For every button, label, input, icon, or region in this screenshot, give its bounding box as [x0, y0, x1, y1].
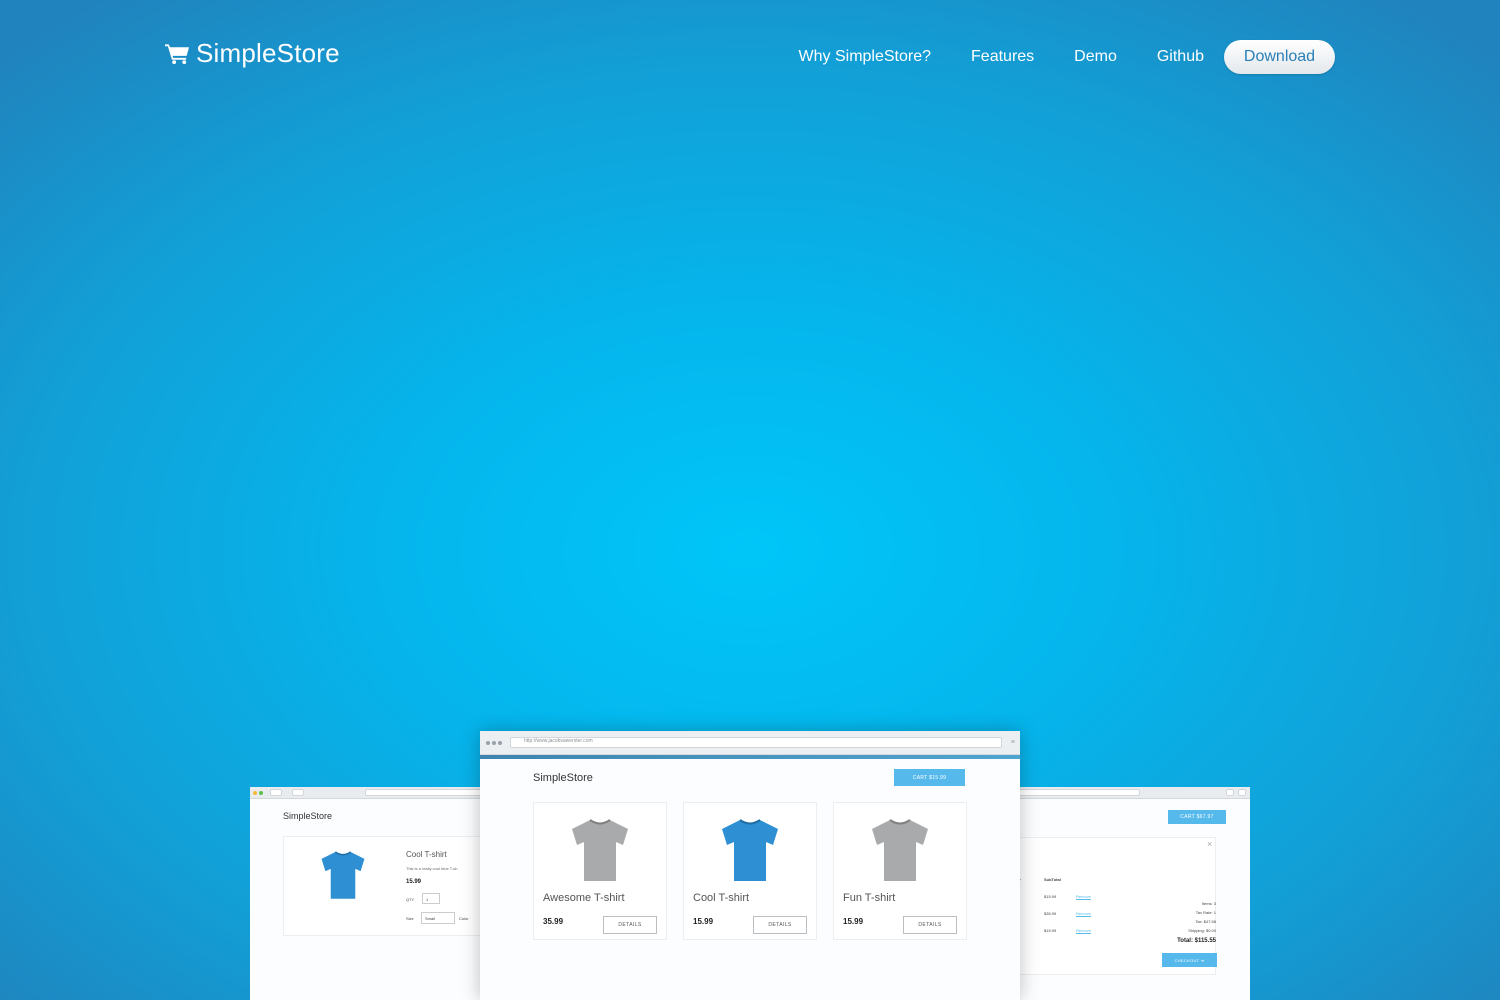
product-card[interactable]: Fun T-shirt 15.99 DETAILS	[833, 802, 967, 940]
tax-rate: Tax Rate: 1	[1195, 910, 1216, 915]
product-name: Fun T-shirt	[843, 892, 896, 904]
shopping-cart-icon	[165, 43, 190, 64]
items-count: Items: 3	[1201, 901, 1216, 906]
nav-features[interactable]: Features	[971, 48, 1034, 66]
details-button[interactable]: DETAILS	[753, 916, 807, 934]
product-price: 35.99	[543, 917, 564, 926]
url-text: http://www.jacobsawerster.com	[524, 738, 593, 744]
qty-label: QTY	[406, 897, 415, 902]
sidebar-toggle-icon	[292, 789, 304, 796]
product-name: Cool T-shirt	[693, 892, 750, 904]
qty-input[interactable]: 1	[422, 893, 440, 904]
color-label: Color	[459, 916, 469, 921]
gray-tshirt-icon	[572, 819, 628, 881]
menu-icon[interactable]: ≡	[1011, 739, 1015, 746]
share-icon	[1226, 789, 1234, 796]
remove-link[interactable]: Remove	[1076, 911, 1091, 916]
row-subtotal: $15.99	[1044, 894, 1057, 899]
browser-chrome	[1010, 787, 1250, 799]
product-price: 15.99	[406, 879, 422, 885]
product-detail-card: Cool T-shirt This is a really cool blue …	[283, 836, 490, 936]
store-listing-mockup: http://www.jacobsawerster.com ≡ SimpleSt…	[480, 731, 1020, 1000]
size-select[interactable]: Small	[421, 912, 455, 924]
blue-tshirt-icon	[321, 851, 365, 899]
blue-tshirt-icon	[722, 819, 778, 881]
window-dot-icon	[253, 791, 257, 795]
nav-why-simplestore[interactable]: Why SimpleStore?	[799, 48, 932, 66]
window-dot-icon	[259, 791, 263, 795]
remove-link[interactable]: Remove	[1076, 894, 1091, 899]
row-subtotal: $35.99	[1044, 911, 1057, 916]
tabs-icon	[1238, 789, 1246, 796]
store-title: SimpleStore	[283, 811, 333, 821]
product-card[interactable]: Awesome T-shirt 35.99 DETAILS	[533, 802, 667, 940]
gray-tshirt-icon	[872, 819, 928, 881]
remove-link[interactable]: Remove	[1076, 928, 1091, 933]
col-subtotal-header: SubTotal	[1044, 877, 1061, 882]
main-nav: Why SimpleStore? Features Demo Github Do…	[759, 40, 1335, 74]
top-navbar: SimpleStore Why SimpleStore? Features De…	[0, 0, 1500, 110]
shipping-amount: Shipping: $0.00	[1188, 928, 1216, 933]
browser-chrome: http://www.jacobsawerster.com ≡	[480, 731, 1020, 755]
checkout-button[interactable]: CHECKOUT ➔	[1162, 953, 1217, 967]
accent-strip	[480, 755, 1020, 759]
size-label: Size	[406, 916, 414, 921]
product-detail-mockup: SimpleStore Cool T-shirt This is a reall…	[250, 787, 490, 1000]
cart-mockup: CART $67.97 × ty SubTotal $15.99 Remove …	[1010, 787, 1250, 1000]
product-price: 15.99	[693, 917, 714, 926]
nav-github[interactable]: Github	[1157, 48, 1204, 66]
store-title: SimpleStore	[533, 772, 593, 784]
cart-total: Total: $115.55	[1177, 938, 1216, 944]
product-name: Cool T-shirt	[406, 850, 447, 859]
cart-button[interactable]: CART $15.99	[894, 769, 965, 786]
address-bar	[1010, 789, 1140, 796]
window-dot-icon	[486, 741, 490, 745]
product-card[interactable]: Cool T-shirt 15.99 DETAILS	[683, 802, 817, 940]
product-price: 15.99	[843, 917, 864, 926]
brand-name: SimpleStore	[196, 38, 340, 68]
address-bar	[365, 789, 490, 796]
nav-demo[interactable]: Demo	[1074, 48, 1117, 66]
details-button[interactable]: DETAILS	[903, 916, 957, 934]
brand-logo[interactable]: SimpleStore	[165, 38, 340, 69]
cart-button[interactable]: CART $67.97	[1168, 810, 1226, 824]
close-icon[interactable]: ×	[1207, 839, 1212, 849]
nav-arrows-icon	[270, 789, 282, 796]
row-subtotal: $15.99	[1044, 928, 1057, 933]
product-name: Awesome T-shirt	[543, 892, 625, 904]
window-dot-icon	[498, 741, 502, 745]
product-description: This is a really cool blue T-sh	[406, 866, 458, 871]
download-button[interactable]: Download	[1224, 40, 1335, 74]
window-dot-icon	[492, 741, 496, 745]
browser-chrome	[250, 787, 490, 799]
tax-amount: Tax: $47.58	[1195, 919, 1216, 924]
details-button[interactable]: DETAILS	[603, 916, 657, 934]
